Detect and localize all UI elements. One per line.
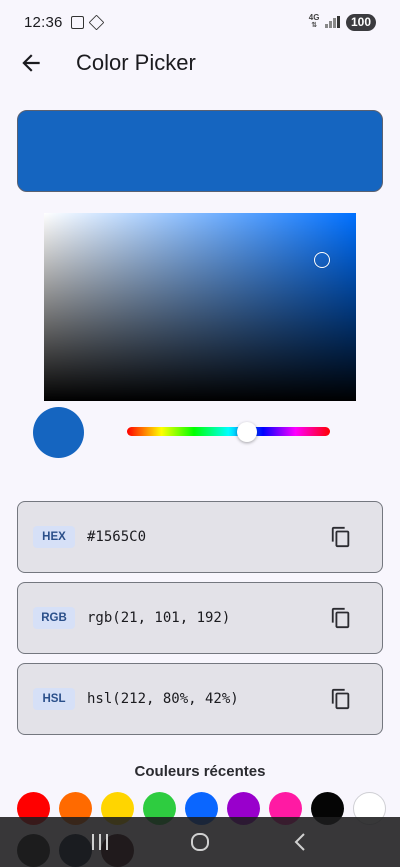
hex-code-card: HEX #1565C0: [17, 501, 383, 573]
copy-icon[interactable]: [330, 526, 352, 548]
app-bar: Color Picker: [0, 44, 400, 84]
hsl-tag: HSL: [33, 688, 75, 710]
status-notification-icons: [70, 14, 104, 30]
picker-handle[interactable]: [313, 252, 330, 268]
system-nav-bar: [0, 817, 400, 867]
navigation-icon: [88, 14, 104, 30]
battery-indicator: 100: [345, 13, 376, 31]
rgb-tag: RGB: [33, 607, 75, 629]
status-time: 12:36: [24, 13, 63, 31]
screenshot-icon: [70, 15, 84, 29]
network-type: 4G ⇅: [309, 14, 320, 30]
hex-value: #1565C0: [87, 529, 147, 545]
status-bar: 12:36 4G ⇅ 100: [0, 0, 400, 44]
arrow-left-icon[interactable]: [18, 50, 44, 76]
saturation-value-picker[interactable]: [44, 213, 356, 401]
hsl-value: hsl(212, 80%, 42%): [87, 691, 239, 707]
recents-icon[interactable]: [87, 829, 113, 855]
color-preview: [17, 110, 383, 192]
hsl-code-card: HSL hsl(212, 80%, 42%): [17, 663, 383, 735]
value-gradient: [44, 213, 356, 401]
rgb-value: rgb(21, 101, 192): [87, 610, 231, 626]
rgb-code-card: RGB rgb(21, 101, 192): [17, 582, 383, 654]
current-color-swatch: [33, 407, 84, 458]
network-label: 4G: [308, 13, 320, 22]
hue-slider[interactable]: [127, 421, 330, 442]
page-title: Color Picker: [76, 50, 196, 75]
home-icon[interactable]: [187, 829, 213, 855]
data-arrows-icon: ⇅: [311, 22, 318, 29]
hex-tag: HEX: [33, 526, 75, 548]
copy-icon[interactable]: [330, 607, 352, 629]
signal-icon: [325, 16, 340, 28]
copy-icon[interactable]: [330, 688, 352, 710]
status-right: 4G ⇅ 100: [309, 13, 376, 31]
recent-colors-title: Couleurs récentes: [134, 763, 266, 780]
back-icon[interactable]: [287, 829, 313, 855]
hue-slider-thumb[interactable]: [236, 421, 257, 442]
